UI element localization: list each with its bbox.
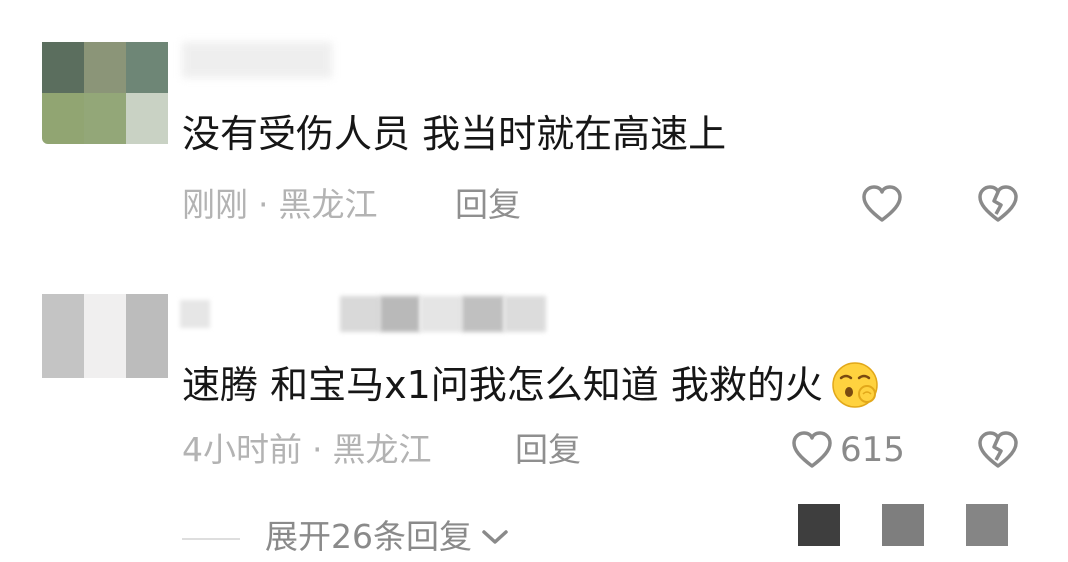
avatar[interactable] bbox=[42, 294, 168, 378]
expand-replies-button[interactable]: 展开26条回复 bbox=[265, 520, 510, 553]
heart-outline-icon[interactable] bbox=[860, 184, 904, 224]
divider-line bbox=[182, 538, 240, 540]
author-name-blurred[interactable] bbox=[180, 294, 580, 342]
broken-heart-icon[interactable] bbox=[976, 430, 1020, 470]
comment-text: 速腾 和宝马x1问我怎么知道 我救的火 bbox=[182, 363, 823, 407]
comment-text: 没有受伤人员 我当时就在高速上 bbox=[182, 112, 727, 156]
comment-meta: 刚刚 · 黑龙江 bbox=[182, 188, 378, 221]
comment-time: 4小时前 bbox=[182, 430, 302, 469]
reply-button[interactable]: 回复 bbox=[515, 433, 581, 466]
like-button[interactable]: 615 bbox=[790, 430, 905, 470]
meta-separator: · bbox=[312, 430, 323, 469]
expand-replies-label: 展开26条回复 bbox=[265, 517, 472, 556]
shushing-face-emoji-icon bbox=[827, 360, 883, 410]
comment-location: 黑龙江 bbox=[278, 185, 378, 224]
comment-time: 刚刚 bbox=[182, 185, 248, 224]
heart-outline-icon[interactable] bbox=[790, 430, 834, 470]
comment-location: 黑龙江 bbox=[332, 430, 432, 469]
comment-meta: 4小时前 · 黑龙江 bbox=[182, 433, 432, 466]
pixelated-watermark bbox=[798, 504, 1010, 546]
chevron-down-icon bbox=[480, 527, 510, 547]
comment-body: 速腾 和宝马x1问我怎么知道 我救的火 bbox=[182, 360, 883, 410]
meta-separator: · bbox=[258, 185, 269, 224]
broken-heart-icon[interactable] bbox=[976, 184, 1020, 224]
author-name-blurred[interactable] bbox=[182, 42, 332, 78]
like-count: 615 bbox=[840, 430, 905, 470]
reply-button[interactable]: 回复 bbox=[455, 188, 521, 221]
avatar[interactable] bbox=[42, 42, 168, 144]
